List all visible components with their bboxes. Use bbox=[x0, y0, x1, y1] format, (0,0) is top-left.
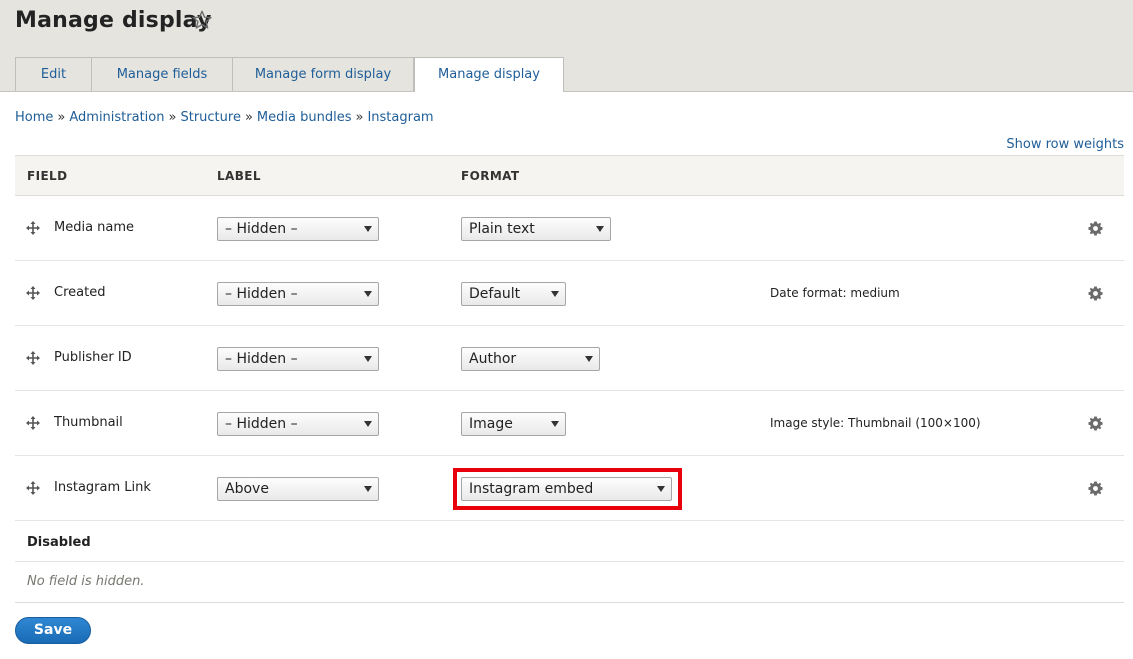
label-select-value: Above bbox=[225, 481, 269, 497]
empty-hidden-row: No field is hidden. bbox=[15, 562, 1124, 603]
breadcrumb-separator: » bbox=[57, 110, 66, 125]
format-select[interactable]: Image bbox=[461, 412, 566, 436]
page-title: Manage display bbox=[15, 8, 212, 33]
format-summary: Image style: Thumbnail (100×100) bbox=[770, 416, 981, 430]
breadcrumb-instagram[interactable]: Instagram bbox=[367, 110, 433, 125]
gear-icon[interactable] bbox=[1088, 416, 1103, 431]
chevron-down-icon bbox=[364, 421, 372, 427]
format-select[interactable]: Plain text bbox=[461, 217, 611, 241]
format-select-value: Plain text bbox=[469, 221, 535, 237]
table-header: FIELD LABEL FORMAT bbox=[15, 155, 1124, 196]
column-header-label: LABEL bbox=[217, 169, 261, 183]
move-arrows-icon[interactable] bbox=[26, 416, 40, 430]
move-arrows-icon[interactable] bbox=[26, 351, 40, 365]
breadcrumb-separator: » bbox=[355, 110, 364, 125]
label-select[interactable]: – Hidden – bbox=[217, 217, 379, 241]
table-row: Thumbnail – Hidden – Image Image style: … bbox=[15, 391, 1124, 456]
field-name: Thumbnail bbox=[54, 415, 123, 430]
label-select[interactable]: – Hidden – bbox=[217, 282, 379, 306]
label-select-value: – Hidden – bbox=[225, 286, 298, 302]
chevron-down-icon bbox=[364, 356, 372, 362]
chevron-down-icon bbox=[364, 291, 372, 297]
format-summary: Date format: medium bbox=[770, 286, 900, 300]
breadcrumb-separator: » bbox=[244, 110, 253, 125]
table-row: Publisher ID – Hidden – Author bbox=[15, 326, 1124, 391]
star-icon[interactable] bbox=[191, 9, 213, 31]
save-button[interactable]: Save bbox=[15, 617, 91, 644]
format-select-value: Author bbox=[469, 351, 517, 367]
label-select[interactable]: – Hidden – bbox=[217, 412, 379, 436]
format-select-value: Default bbox=[469, 286, 521, 302]
breadcrumb-administration[interactable]: Administration bbox=[69, 110, 164, 125]
format-select[interactable]: Instagram embed bbox=[461, 477, 672, 501]
chevron-down-icon bbox=[551, 421, 559, 427]
field-name: Instagram Link bbox=[54, 480, 151, 495]
gear-icon[interactable] bbox=[1088, 286, 1103, 301]
show-row-weights-link[interactable]: Show row weights bbox=[1006, 137, 1124, 152]
disabled-section-heading: Disabled bbox=[27, 535, 91, 550]
label-select[interactable]: Above bbox=[217, 477, 379, 501]
format-select[interactable]: Default bbox=[461, 282, 566, 306]
chevron-down-icon bbox=[551, 291, 559, 297]
label-select-value: – Hidden – bbox=[225, 416, 298, 432]
breadcrumb-separator: » bbox=[168, 110, 177, 125]
table-row: Instagram Link Above Instagram embed bbox=[15, 456, 1124, 521]
label-select-value: – Hidden – bbox=[225, 351, 298, 367]
field-name: Media name bbox=[54, 220, 135, 235]
page-header: Manage display Edit Manage fields Manage… bbox=[0, 0, 1133, 92]
label-select-value: – Hidden – bbox=[225, 221, 298, 237]
tab-edit[interactable]: Edit bbox=[15, 57, 92, 91]
breadcrumb-media-bundles[interactable]: Media bundles bbox=[257, 110, 352, 125]
gear-icon[interactable] bbox=[1088, 221, 1103, 236]
breadcrumb-structure[interactable]: Structure bbox=[180, 110, 240, 125]
breadcrumb-home[interactable]: Home bbox=[15, 110, 53, 125]
chevron-down-icon bbox=[364, 486, 372, 492]
move-arrows-icon[interactable] bbox=[26, 286, 40, 300]
gear-icon[interactable] bbox=[1088, 481, 1103, 496]
field-name: Publisher ID bbox=[54, 350, 132, 365]
table-row: Created – Hidden – Default Date format: … bbox=[15, 261, 1124, 326]
table-row: Media name – Hidden – Plain text bbox=[15, 196, 1124, 261]
chevron-down-icon bbox=[364, 226, 372, 232]
chevron-down-icon bbox=[585, 356, 593, 362]
breadcrumb: Home» Administration» Structure» Media bund… bbox=[15, 110, 434, 125]
disabled-section-row: Disabled bbox=[15, 521, 1124, 562]
empty-hidden-message: No field is hidden. bbox=[27, 574, 145, 589]
tab-manage-form-display[interactable]: Manage form display bbox=[232, 57, 414, 91]
chevron-down-icon bbox=[596, 226, 604, 232]
move-arrows-icon[interactable] bbox=[26, 481, 40, 495]
field-name: Created bbox=[54, 285, 106, 300]
move-arrows-icon[interactable] bbox=[26, 221, 40, 235]
format-select-value: Image bbox=[469, 416, 513, 432]
format-select[interactable]: Author bbox=[461, 347, 600, 371]
label-select[interactable]: – Hidden – bbox=[217, 347, 379, 371]
fields-table: FIELD LABEL FORMAT Media name – Hidden –… bbox=[15, 155, 1124, 603]
format-select-value: Instagram embed bbox=[469, 481, 594, 497]
column-header-format: FORMAT bbox=[461, 169, 520, 183]
tab-manage-display[interactable]: Manage display bbox=[414, 57, 564, 92]
chevron-down-icon bbox=[657, 486, 665, 492]
tab-manage-fields[interactable]: Manage fields bbox=[91, 57, 233, 91]
column-header-field: FIELD bbox=[27, 169, 68, 183]
